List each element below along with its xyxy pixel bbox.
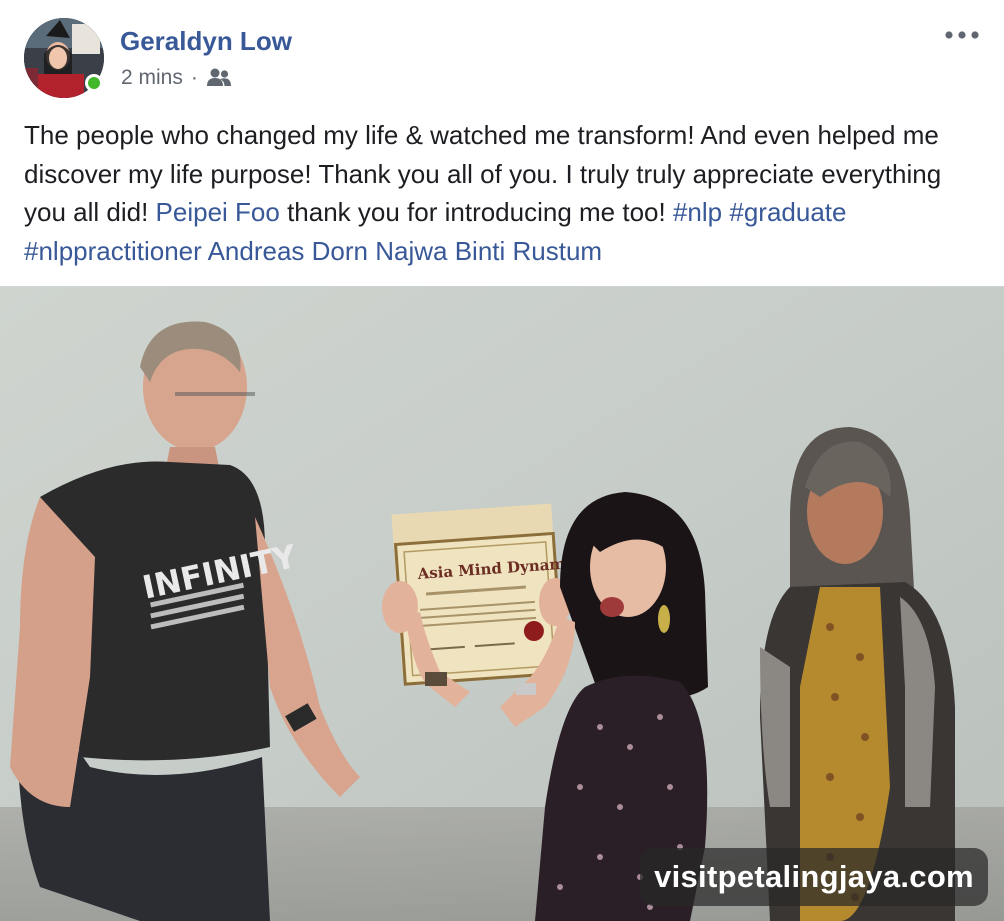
post-meta: 2 mins · (121, 66, 232, 90)
hashtag-nlppractitioner[interactable]: #nlppractitioner (24, 236, 202, 266)
mention-peipei-foo[interactable]: Peipei Foo (156, 197, 280, 227)
post-text-part2: thank you for introducing me too! (279, 197, 673, 227)
ellipsis-icon (945, 26, 979, 44)
facebook-post: Geraldyn Low 2 mins · The people who cha… (0, 0, 1004, 921)
mention-najwa-binti-rustum[interactable]: Najwa Binti Rustum (375, 236, 602, 266)
watermark-label: visitpetalingjaya.com (640, 848, 988, 906)
post-message: The people who changed my life & watched… (24, 116, 984, 270)
post-timestamp[interactable]: 2 mins (121, 66, 183, 90)
friends-icon[interactable] (206, 67, 232, 89)
meta-separator: · (190, 66, 198, 89)
hashtag-graduate[interactable]: #graduate (729, 197, 846, 227)
post-photo[interactable]: INFINITY Asia Mind Dynamics (0, 286, 1004, 921)
hashtag-nlp[interactable]: #nlp (673, 197, 722, 227)
mention-andreas-dorn[interactable]: Andreas Dorn (208, 236, 368, 266)
online-status-indicator (85, 74, 103, 92)
author-name-link[interactable]: Geraldyn Low (120, 26, 292, 57)
more-options-button[interactable] (942, 20, 982, 50)
